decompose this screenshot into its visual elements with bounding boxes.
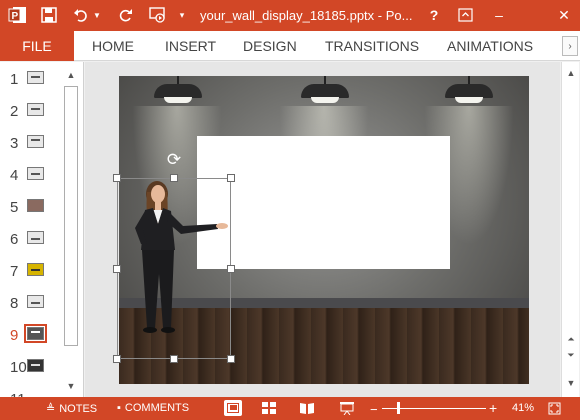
- thumbnail-item[interactable]: 7: [0, 258, 62, 284]
- save-icon[interactable]: [40, 5, 58, 25]
- notes-icon: ≜: [46, 403, 56, 415]
- powerpoint-window: P ▼ ▾ your_wall_display_18185.pptx - Po.…: [0, 0, 580, 420]
- slide-thumbnail-icon: [27, 167, 44, 180]
- start-from-beginning-icon[interactable]: [148, 5, 168, 25]
- thumbnail-number: 6: [10, 231, 19, 248]
- thumbnail-item[interactable]: 9: [0, 322, 62, 348]
- thumbnail-item[interactable]: 1: [0, 66, 62, 92]
- scroll-down-icon[interactable]: ▼: [64, 379, 78, 393]
- scroll-down-icon[interactable]: ▼: [564, 376, 578, 390]
- title-bar: P ▼ ▾ your_wall_display_18185.pptx - Po.…: [0, 0, 580, 31]
- notes-label: NOTES: [59, 402, 98, 415]
- comment-icon: ▪: [117, 402, 121, 414]
- zoom-slider-thumb[interactable]: [397, 402, 400, 414]
- comments-label: COMMENTS: [124, 402, 190, 414]
- window-title: your_wall_display_18185.pptx - Po...: [200, 8, 413, 23]
- comments-button[interactable]: ▪ COMMENTS: [117, 402, 189, 414]
- tab-transitions[interactable]: TRANSITIONS: [325, 38, 419, 54]
- rotate-handle-icon[interactable]: ⟳: [165, 151, 183, 169]
- ribbon-scroll-right-button[interactable]: ›: [562, 36, 578, 56]
- thumbnail-item[interactable]: 2: [0, 98, 62, 124]
- status-bar: ≜ NOTES ▪ COMMENTS − + 41%: [0, 397, 580, 420]
- redo-icon[interactable]: [116, 5, 134, 25]
- thumbnail-number: 8: [10, 295, 19, 312]
- resize-handle[interactable]: [227, 265, 235, 273]
- thumbnail-item[interactable]: 4: [0, 162, 62, 188]
- slide-thumbnail-pane: 1 2 3 4 5 6 7 8 9 10 ▲ ▼: [0, 62, 84, 397]
- normal-view-icon[interactable]: [224, 400, 242, 416]
- resize-handle[interactable]: [227, 355, 235, 363]
- thumbnail-number: 7: [10, 263, 19, 280]
- slide-thumbnail-icon: [24, 324, 47, 343]
- previous-slide-icon[interactable]: ⏶: [564, 332, 578, 346]
- selection-bounding-box[interactable]: [117, 178, 231, 359]
- resize-handle[interactable]: [113, 355, 121, 363]
- customize-toolbar-icon[interactable]: ▾: [176, 5, 188, 25]
- tab-file[interactable]: FILE: [0, 31, 74, 61]
- ceiling-lamp: [154, 76, 202, 108]
- slide-thumbnail-icon: [27, 199, 44, 212]
- thumbnail-item[interactable]: 8: [0, 290, 62, 316]
- help-button[interactable]: ?: [426, 5, 442, 25]
- ribbon-display-options-icon[interactable]: [456, 5, 474, 25]
- slide-thumbnail-icon: [27, 71, 44, 84]
- fit-slide-to-window-icon[interactable]: [548, 402, 561, 415]
- ceiling-lamp: [301, 76, 349, 108]
- resize-handle[interactable]: [170, 355, 178, 363]
- slide-sorter-icon[interactable]: [262, 402, 276, 414]
- minimize-button[interactable]: –: [490, 5, 508, 25]
- slide-scrollbar[interactable]: ▲ ⏶ ⏷ ▼: [561, 62, 579, 397]
- slide-thumbnail-icon: [27, 295, 44, 308]
- thumbnail-item[interactable]: 11: [0, 386, 62, 397]
- tab-insert[interactable]: INSERT: [165, 38, 216, 54]
- slide-thumbnail-icon: [27, 263, 44, 276]
- notes-button[interactable]: ≜ NOTES: [46, 402, 98, 416]
- powerpoint-logo-icon: P: [8, 5, 28, 25]
- thumbnail-item[interactable]: 6: [0, 226, 62, 252]
- zoom-out-button[interactable]: −: [370, 402, 378, 417]
- tab-animations[interactable]: ANIMATIONS: [447, 38, 533, 54]
- blank-wall-display[interactable]: [197, 136, 450, 269]
- undo-icon[interactable]: [72, 5, 90, 25]
- thumbnail-number: 3: [10, 135, 19, 152]
- reading-view-icon[interactable]: [300, 402, 314, 414]
- slide-thumbnail-icon: [27, 103, 44, 116]
- ribbon-tabs: FILE HOME INSERT DESIGN TRANSITIONS ANIM…: [0, 31, 580, 61]
- zoom-level[interactable]: 41%: [512, 402, 534, 414]
- thumbnail-item[interactable]: 3: [0, 130, 62, 156]
- slide-thumbnail-icon: [27, 135, 44, 148]
- resize-handle[interactable]: [113, 174, 121, 182]
- tab-design[interactable]: DESIGN: [243, 38, 297, 54]
- zoom-in-button[interactable]: +: [489, 400, 497, 416]
- resize-handle[interactable]: [227, 174, 235, 182]
- thumbnail-item[interactable]: 10: [0, 354, 62, 380]
- ceiling-lamp: [445, 76, 493, 108]
- tab-home[interactable]: HOME: [92, 38, 134, 54]
- slide-thumbnail-icon: [27, 359, 44, 372]
- thumbnail-scrollbar[interactable]: ▲ ▼: [62, 68, 80, 393]
- slide-thumbnail-icon: [27, 231, 44, 244]
- slide-show-icon[interactable]: [340, 402, 354, 415]
- scroll-thumb[interactable]: [64, 86, 78, 346]
- thumbnail-number: 1: [10, 71, 19, 88]
- scroll-up-icon[interactable]: ▲: [64, 68, 78, 82]
- thumbnail-item[interactable]: 5: [0, 194, 62, 220]
- thumbnail-number: 2: [10, 103, 19, 120]
- scroll-up-icon[interactable]: ▲: [564, 66, 578, 80]
- undo-dropdown-icon[interactable]: ▼: [92, 5, 102, 25]
- resize-handle[interactable]: [170, 174, 178, 182]
- thumbnail-number: 10: [10, 359, 27, 376]
- svg-text:P: P: [12, 11, 19, 22]
- scroll-track[interactable]: [64, 86, 78, 375]
- close-button[interactable]: ✕: [556, 5, 572, 25]
- next-slide-icon[interactable]: ⏷: [564, 348, 578, 362]
- thumbnail-number: 9: [10, 327, 19, 344]
- resize-handle[interactable]: [113, 265, 121, 273]
- thumbnail-number: 4: [10, 167, 19, 184]
- thumbnail-number: 5: [10, 199, 19, 216]
